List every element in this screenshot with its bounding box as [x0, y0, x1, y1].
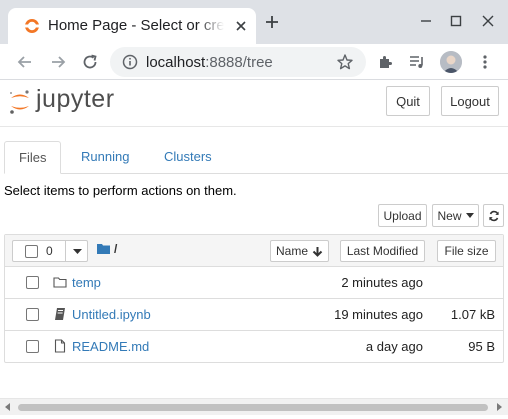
- breadcrumb-root[interactable]: /: [114, 242, 117, 256]
- new-dropdown-button[interactable]: New: [432, 204, 479, 227]
- sort-by-name-button[interactable]: Name: [270, 240, 329, 262]
- header-divider: [0, 126, 508, 127]
- scrollbar-thumb[interactable]: [18, 404, 488, 411]
- dashboard-tabs: Files Running Clusters: [4, 141, 508, 174]
- window-close-icon[interactable]: [481, 14, 495, 28]
- item-name[interactable]: README.md: [72, 339, 149, 354]
- upload-button[interactable]: Upload: [378, 204, 427, 227]
- tab-running[interactable]: Running: [67, 141, 143, 174]
- selected-count: 0: [46, 244, 53, 258]
- file-list: 0 / Name Last Modified File size temp 2 …: [4, 234, 504, 363]
- item-size: 1.07 kB: [450, 307, 495, 322]
- close-tab-icon[interactable]: [234, 19, 248, 33]
- item-modified: 2 minutes ago: [341, 275, 423, 290]
- profile-photo-icon: [440, 51, 462, 73]
- sort-by-modified-button[interactable]: Last Modified: [340, 240, 425, 262]
- minimize-icon[interactable]: [419, 14, 433, 28]
- file-row[interactable]: temp 2 minutes ago: [5, 267, 503, 299]
- new-tab-icon[interactable]: [264, 14, 280, 30]
- item-name[interactable]: temp: [72, 275, 101, 290]
- item-name[interactable]: Untitled.ipynb: [72, 307, 151, 322]
- url-host: localhost: [146, 54, 206, 71]
- file-row[interactable]: README.md a day ago 95 B: [5, 331, 503, 363]
- forward-icon[interactable]: [49, 53, 67, 71]
- browser-tab-strip: Home Page - Select or create a notebook: [0, 0, 508, 44]
- profile-avatar[interactable]: [440, 51, 462, 73]
- sort-name-label: Name: [275, 244, 308, 258]
- info-icon[interactable]: [122, 54, 138, 70]
- select-menu-caret-icon[interactable]: [73, 249, 82, 254]
- media-queue-icon[interactable]: [408, 53, 426, 71]
- select-all-checkbox[interactable]: [25, 245, 38, 258]
- caret-down-icon: [465, 213, 474, 218]
- tab-clusters[interactable]: Clusters: [150, 141, 226, 174]
- horizontal-scrollbar[interactable]: [0, 398, 508, 415]
- jupyter-header: jupyter Quit Logout: [0, 81, 508, 121]
- tab-files[interactable]: Files: [4, 141, 62, 174]
- url-text: localhost:8888/tree: [146, 54, 273, 71]
- refresh-icon: [488, 210, 499, 221]
- notebook-icon: [55, 308, 65, 320]
- file-list-header: 0 / Name Last Modified File size: [5, 235, 503, 267]
- item-modified: 19 minutes ago: [334, 307, 423, 322]
- jupyter-logo[interactable]: jupyter: [8, 85, 118, 115]
- row-checkbox[interactable]: [26, 308, 39, 321]
- folder-icon: [53, 277, 67, 288]
- jupyter-logo-text: jupyter: [36, 85, 115, 113]
- arrow-down-icon: [312, 246, 323, 257]
- file-row[interactable]: Untitled.ipynb 19 minutes ago 1.07 kB: [5, 299, 503, 331]
- item-modified: a day ago: [365, 339, 423, 354]
- browser-menu-icon[interactable]: [476, 53, 494, 71]
- scroll-right-arrow-icon[interactable]: [497, 403, 502, 411]
- sort-by-size-button[interactable]: File size: [437, 240, 496, 262]
- select-all-control[interactable]: 0: [12, 240, 88, 262]
- new-button-label: New: [437, 208, 462, 223]
- home-folder-icon[interactable]: [97, 243, 110, 254]
- reload-icon[interactable]: [81, 53, 99, 71]
- refresh-button[interactable]: [483, 204, 504, 227]
- url-path: :8888/tree: [205, 54, 273, 71]
- browser-tab[interactable]: Home Page - Select or create a notebook: [8, 8, 256, 44]
- file-icon: [54, 339, 66, 353]
- address-bar[interactable]: localhost:8888/tree: [110, 47, 366, 77]
- logout-button[interactable]: Logout: [441, 86, 499, 116]
- row-checkbox[interactable]: [26, 340, 39, 353]
- extensions-icon[interactable]: [376, 53, 394, 71]
- browser-tab-title: Home Page - Select or create a notebook: [48, 17, 224, 34]
- selection-hint: Select items to perform actions on them.: [4, 183, 237, 198]
- select-divider: [65, 241, 66, 261]
- quit-button[interactable]: Quit: [386, 86, 430, 116]
- bookmark-star-icon[interactable]: [336, 53, 354, 71]
- jupyter-favicon-icon: [24, 19, 40, 33]
- item-size: 95 B: [468, 339, 495, 354]
- scroll-left-arrow-icon[interactable]: [5, 403, 10, 411]
- jupyter-logo-icon: [10, 90, 29, 114]
- browser-toolbar: localhost:8888/tree: [0, 44, 508, 80]
- maximize-icon[interactable]: [449, 14, 463, 28]
- back-icon[interactable]: [16, 53, 34, 71]
- row-checkbox[interactable]: [26, 276, 39, 289]
